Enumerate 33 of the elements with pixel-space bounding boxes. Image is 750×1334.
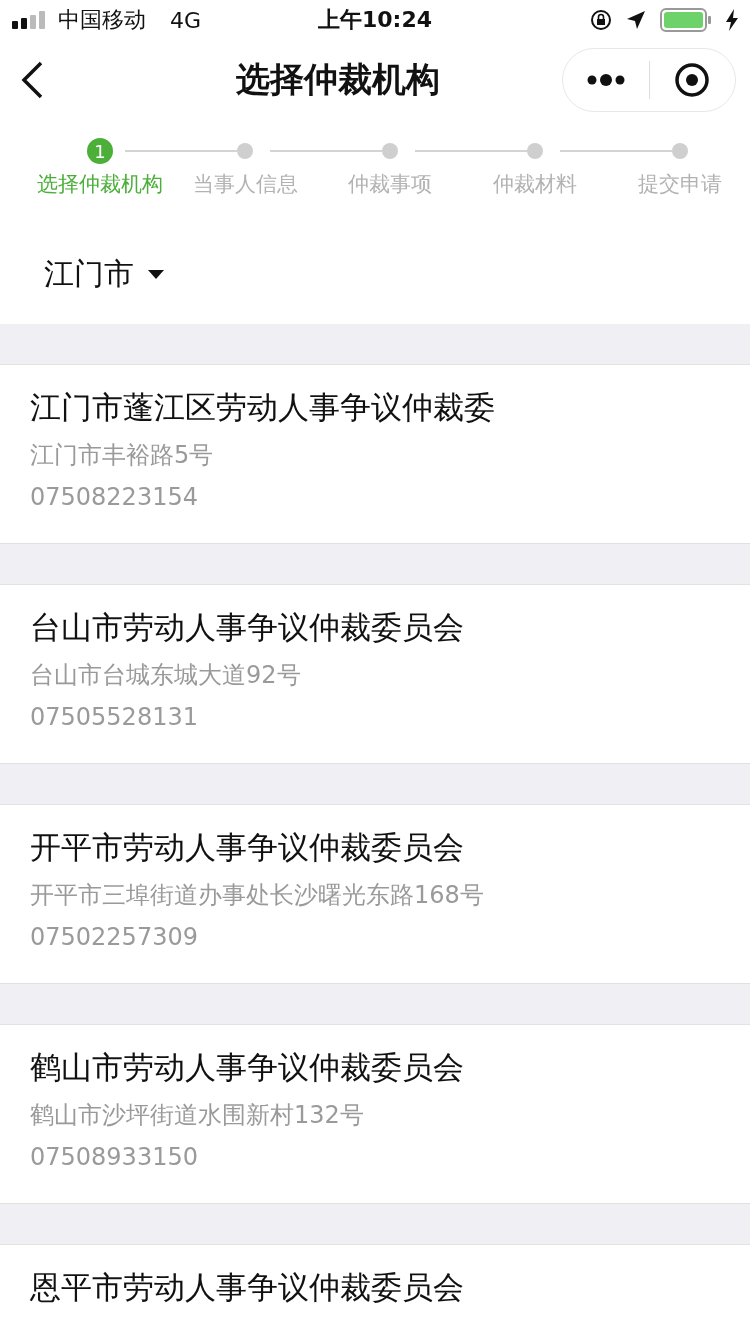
step-label: 选择仲裁机构 xyxy=(37,171,163,198)
institution-name: 恩平市劳动人事争议仲裁委员会 xyxy=(30,1268,465,1307)
step-dot: 1 xyxy=(87,138,113,164)
carrier-name: 中国移动 xyxy=(58,6,146,34)
institution-name: 鹤山市劳动人事争议仲裁委员会 xyxy=(30,1048,465,1087)
status-time: 上午10:24 xyxy=(318,6,432,34)
institution-address: 江门市丰裕路5号 xyxy=(30,440,215,471)
caret-down-icon xyxy=(148,269,164,279)
institution-phone: 07502257309 xyxy=(30,923,199,953)
back-icon[interactable] xyxy=(20,60,44,100)
signal-icon xyxy=(12,11,48,29)
more-dots-icon xyxy=(585,73,626,87)
rotation-lock-icon xyxy=(590,9,612,31)
institution-address: 开平市三埠街道办事处长沙曙光东路168号 xyxy=(30,880,485,911)
institution-phone: 07508223154 xyxy=(30,483,199,513)
institution-name: 台山市劳动人事争议仲裁委员会 xyxy=(30,608,465,647)
institution-address: 鹤山市沙坪街道水围新村132号 xyxy=(30,1100,365,1131)
institution-phone: 07508933150 xyxy=(30,1143,199,1173)
network-type: 4G xyxy=(170,7,202,33)
institution-name: 开平市劳动人事争议仲裁委员会 xyxy=(30,828,465,867)
institution-address: 台山市台城东城大道92号 xyxy=(30,660,302,691)
battery-icon xyxy=(660,8,712,32)
institution-name: 江门市蓬江区劳动人事争议仲裁委 xyxy=(30,388,496,427)
city-dropdown[interactable]: 江门市 xyxy=(44,244,164,304)
page-title: 选择仲裁机构 xyxy=(235,58,441,101)
institution-phone: 07505528131 xyxy=(30,703,199,733)
location-arrow-icon xyxy=(626,10,646,30)
step-label: 仲裁材料 xyxy=(493,171,577,198)
charging-bolt-icon xyxy=(726,9,738,31)
step-label: 当事人信息 xyxy=(192,171,298,198)
target-circle-icon xyxy=(674,62,711,98)
step-label: 仲裁事项 xyxy=(348,171,432,198)
step-label: 提交申请 xyxy=(638,171,722,198)
